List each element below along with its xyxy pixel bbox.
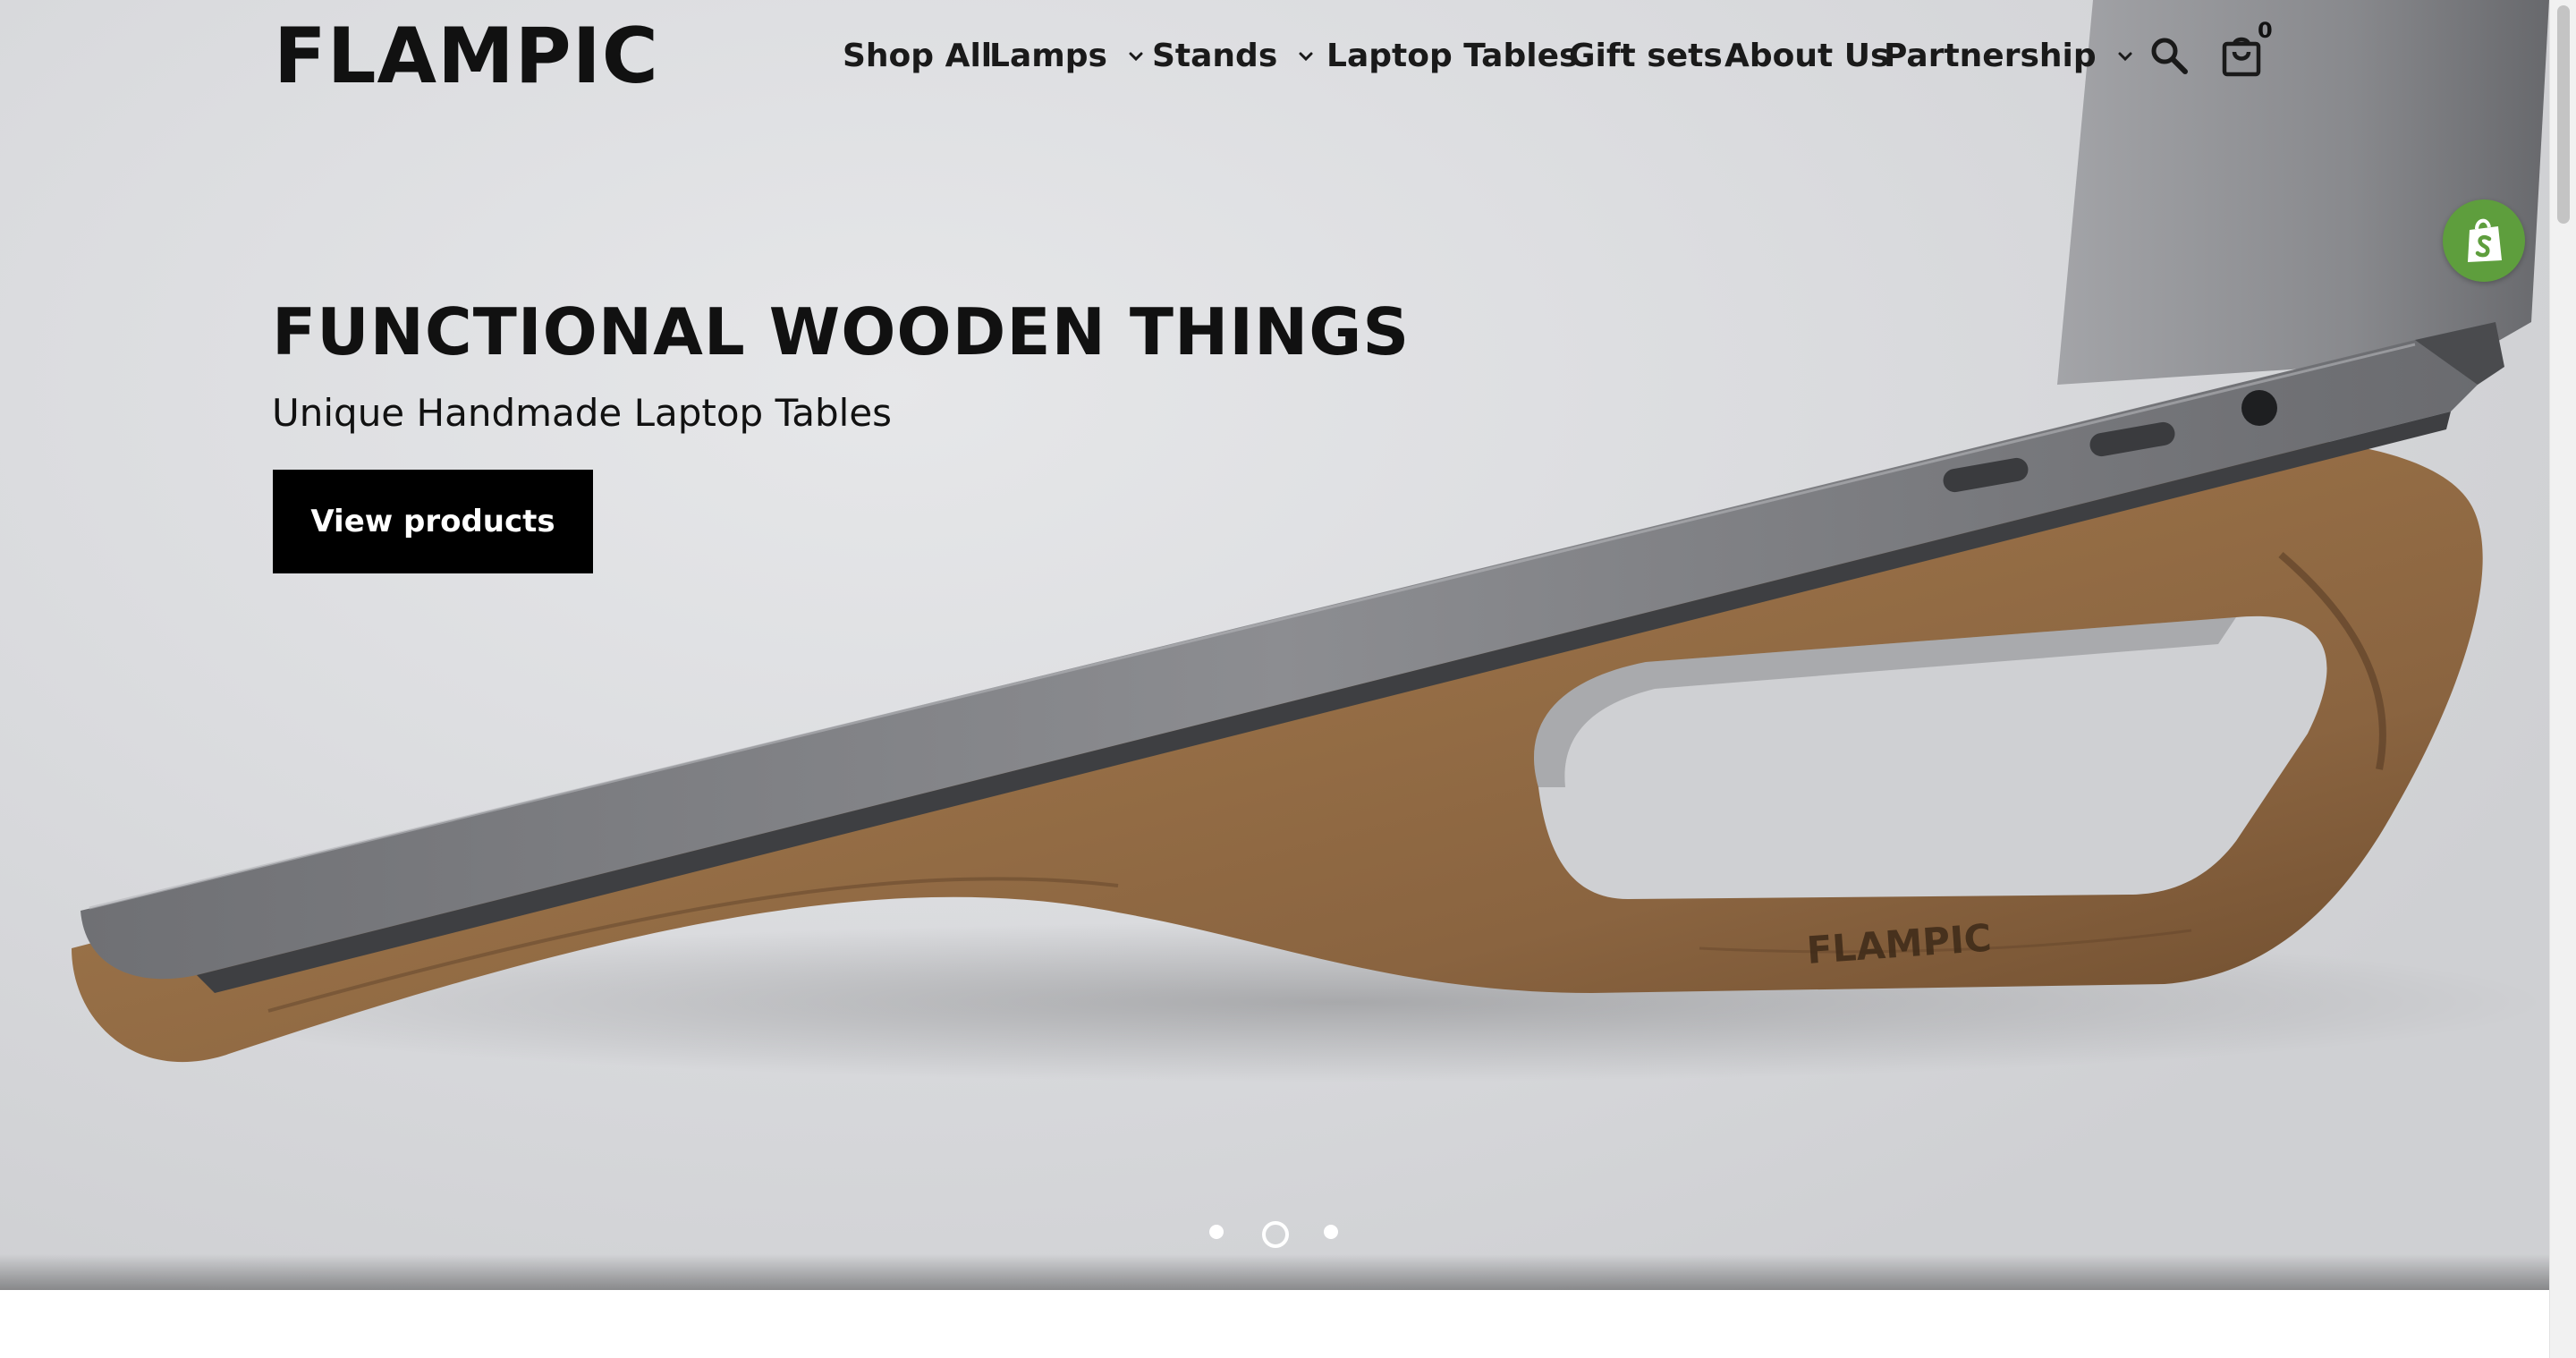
nav-item-stands[interactable]: Stands xyxy=(1152,34,1315,79)
nav-item-about-us[interactable]: About Us xyxy=(1724,34,1889,79)
page-scrollbar[interactable] xyxy=(2549,0,2576,1358)
chevron-down-icon xyxy=(2118,52,2132,62)
nav-item-label: Partnership xyxy=(1884,38,2097,74)
nav-item-lamps[interactable]: Lamps xyxy=(989,34,1145,79)
chevron-down-icon xyxy=(1129,52,1143,62)
hero-subtitle: Unique Handmade Laptop Tables xyxy=(272,391,893,435)
shopping-bag-icon[interactable] xyxy=(2221,32,2262,77)
search-icon[interactable] xyxy=(2149,36,2189,75)
site-header: FLAMPIC Shop All Lamps Stands Laptop Tab… xyxy=(0,0,2549,116)
slide-dot-2-active[interactable] xyxy=(1262,1221,1289,1248)
slide-dot-3[interactable] xyxy=(1324,1225,1338,1239)
shopify-chat-button[interactable] xyxy=(2443,199,2525,282)
nav-item-label: Lamps xyxy=(989,38,1107,74)
shopify-bag-icon xyxy=(2468,218,2502,262)
nav-item-laptop-tables[interactable]: Laptop Tables xyxy=(1326,34,1578,79)
hero-title: FUNCTIONAL WOODEN THINGS xyxy=(272,294,1411,369)
nav-item-label: Gift sets xyxy=(1569,38,1723,74)
nav-item-label: Laptop Tables xyxy=(1326,38,1579,74)
nav-item-gift-sets[interactable]: Gift sets xyxy=(1569,34,1723,79)
view-products-button[interactable]: View products xyxy=(273,470,593,573)
scrollbar-thumb[interactable] xyxy=(2557,5,2570,224)
hero-product-image: FLAMPIC xyxy=(72,0,2549,1082)
chevron-down-icon xyxy=(1299,52,1313,62)
brand-logo[interactable]: FLAMPIC xyxy=(274,16,659,97)
page-content-below-hero xyxy=(0,1290,2549,1358)
slide-dot-1[interactable] xyxy=(1209,1225,1224,1239)
cart-count-badge: 0 xyxy=(2258,18,2273,43)
hero-banner: FLAMPIC FUNCTIONAL WOODEN THINGS Unique … xyxy=(0,0,2549,1290)
nav-item-partnership[interactable]: Partnership xyxy=(1884,34,2134,79)
nav-item-label: Stands xyxy=(1152,38,1278,74)
nav-item-shop-all[interactable]: Shop All xyxy=(843,34,992,79)
nav-item-label: Shop All xyxy=(843,38,993,74)
nav-item-label: About Us xyxy=(1724,38,1890,74)
hero-bottom-shadow xyxy=(0,1254,2549,1290)
